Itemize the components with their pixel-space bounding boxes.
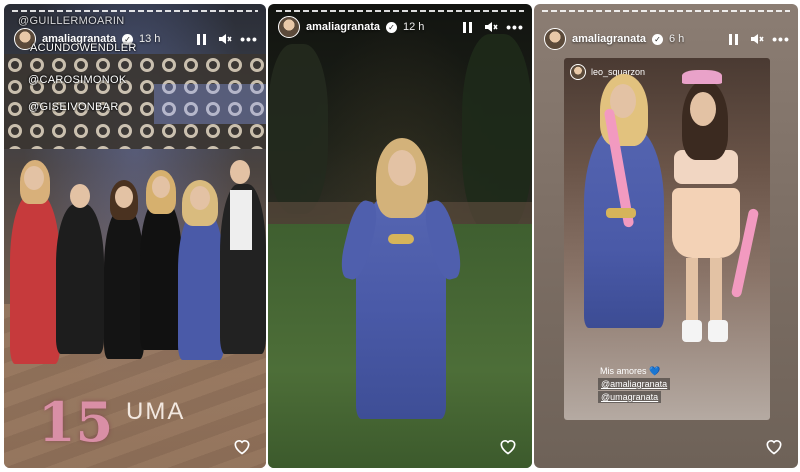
heart-icon[interactable] [232,436,252,456]
verified-badge-icon: ✓ [651,33,663,45]
pause-icon[interactable] [458,18,476,36]
story-time: 6 h [668,33,685,45]
mention-tag[interactable]: ACUNDOWENDLER [30,42,137,54]
caption-text: Mis amores 💙 [600,366,661,376]
more-dots-icon[interactable]: ••• [240,30,258,48]
avatar[interactable] [570,64,586,80]
story-panel-1[interactable]: amaliagranata ✓ 13 h ••• @GUILLERMOARIN … [4,4,266,468]
pause-icon[interactable] [724,30,742,48]
verified-badge-icon: ✓ [385,21,397,33]
mention-tag[interactable]: @amaliagranata [598,378,671,390]
username[interactable]: amaliagranata [306,21,380,33]
more-dots-icon[interactable]: ••• [772,30,790,48]
reshared-story-photo[interactable]: leo_squarzon Mis amores 💙 @amaliagranata… [564,58,770,420]
pause-icon[interactable] [192,30,210,48]
story-progress-bar [12,10,258,12]
story-panel-2[interactable]: amaliagranata ✓ 12 h ••• [268,4,532,468]
story-panel-3[interactable]: amaliagranata ✓ 6 h ••• leo_squarzon Mis… [534,4,798,468]
avatar[interactable] [278,16,300,38]
mention-tag[interactable]: @GUILLERMOARIN [18,15,124,27]
username[interactable]: amaliagranata [572,33,646,45]
white-sneaker [682,320,702,342]
heart-icon[interactable] [764,436,784,456]
heart-icon[interactable] [498,436,518,456]
story-time: 13 h [138,33,161,45]
avatar[interactable] [544,28,566,50]
story-header: amaliagranata ✓ 6 h ••• [544,26,790,52]
story-progress-bar [276,10,524,12]
white-sneaker [708,320,728,342]
story-progress-bar [542,10,790,12]
mention-tag[interactable]: @CAROSIMONOK [28,74,127,86]
tiara [682,70,722,84]
story-time: 12 h [402,21,425,33]
balloon-number-15: 15 [38,390,114,454]
sign-text-uma: UMA [126,398,186,425]
mention-tag[interactable]: @GISEIVONBAR [28,101,119,113]
mention-tag[interactable]: @umagranata [598,391,662,403]
speaker-muted-icon[interactable] [216,30,234,48]
girl-cream-skirt [672,188,740,258]
speaker-muted-icon[interactable] [748,30,766,48]
woman-in-blue-dress [584,128,664,328]
more-dots-icon[interactable]: ••• [506,18,524,36]
